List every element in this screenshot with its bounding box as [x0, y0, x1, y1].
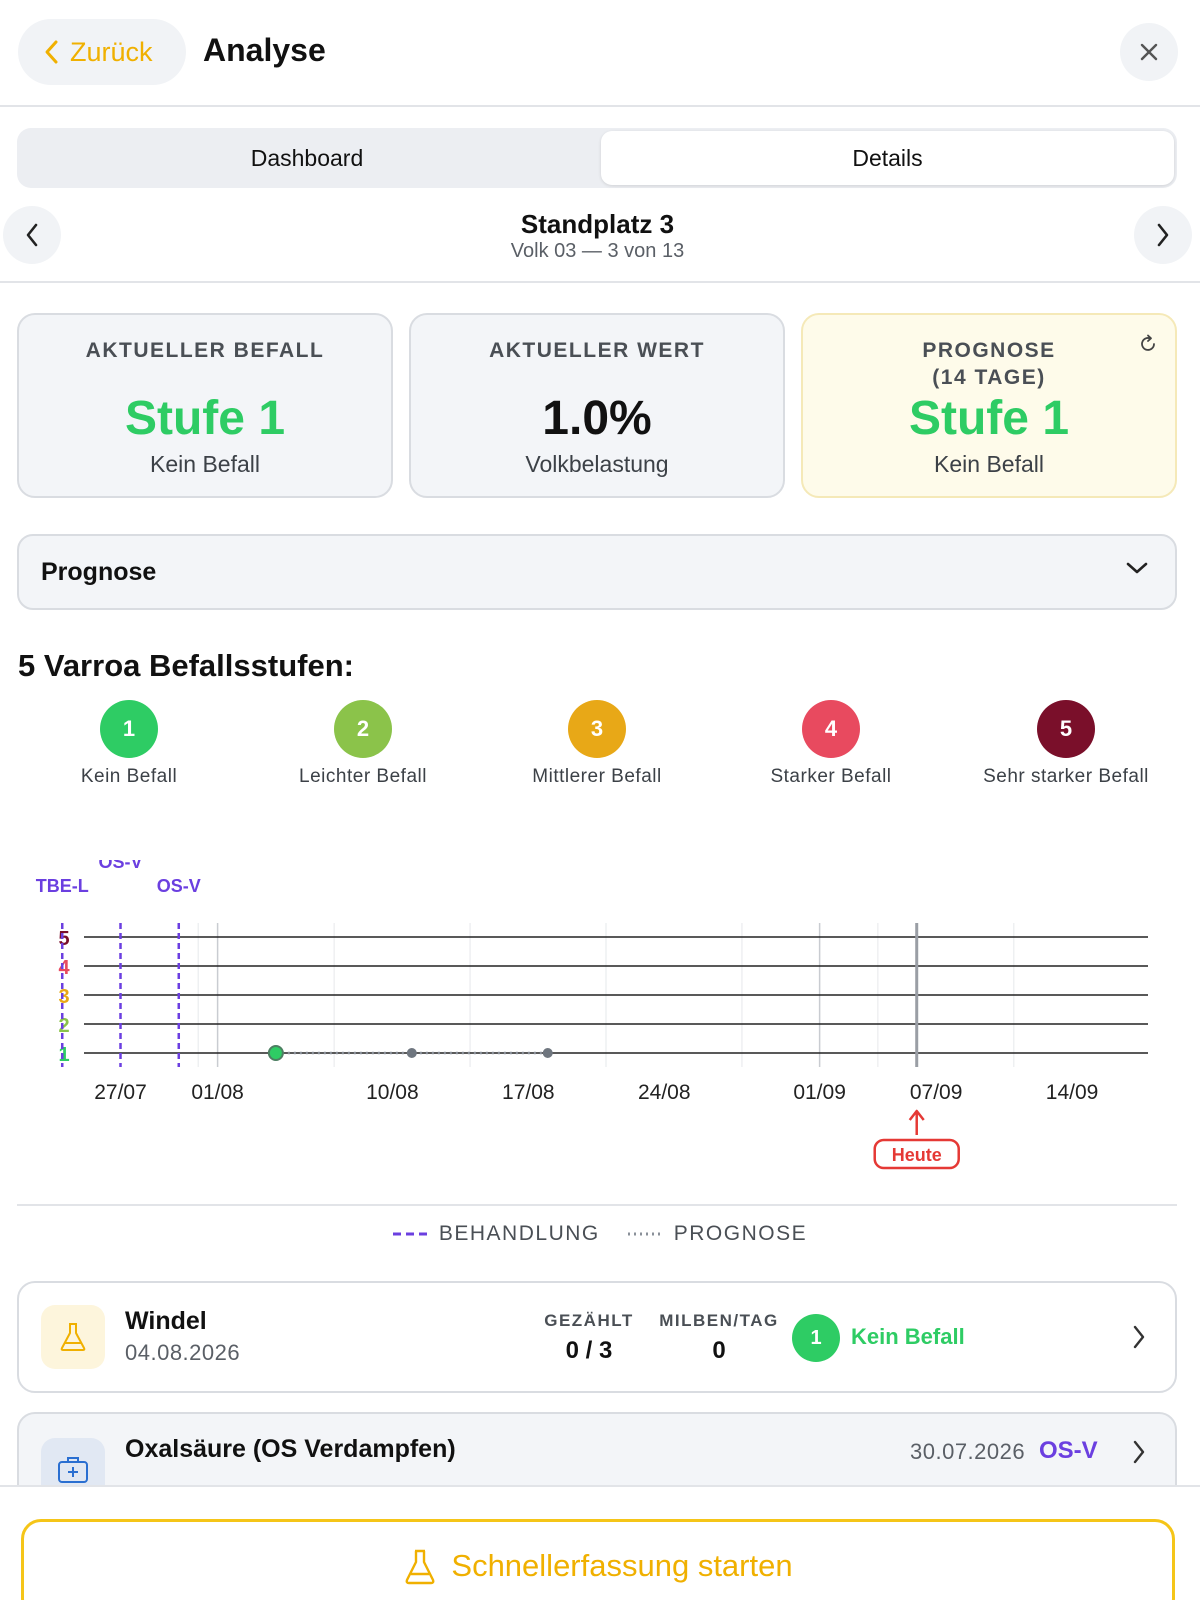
chevron-right-icon — [1133, 1440, 1145, 1464]
next-hive-button[interactable] — [1134, 206, 1192, 264]
x-tick-label: 17/08 — [502, 1081, 555, 1104]
x-tick-label: 01/09 — [793, 1081, 846, 1104]
counted-value: 0 / 3 — [565, 1337, 613, 1364]
mites-value: 0 — [712, 1337, 726, 1364]
flask-icon — [41, 1305, 105, 1369]
legend-forecast: PROGNOSE — [627, 1222, 808, 1246]
location-title: Standplatz 3 — [520, 209, 675, 239]
x-tick-label: 07/09 — [910, 1081, 963, 1104]
level-circle: 3 — [568, 700, 626, 758]
x-tick-label: 27/07 — [94, 1081, 147, 1104]
page-title: Analyse — [203, 32, 326, 68]
current-value-card: AKTUELLER WERT 1.0% Volkbelastung — [409, 313, 785, 498]
level-label: Kein Befall — [80, 766, 178, 787]
close-button[interactable] — [1120, 23, 1178, 81]
data-point — [267, 1045, 284, 1061]
back-label: Zurück — [70, 36, 153, 67]
divider — [17, 1204, 1177, 1206]
level-circle: 1 — [100, 700, 158, 758]
forecast-point — [406, 1048, 417, 1058]
counted-label: GEZÄHLT — [544, 1311, 634, 1330]
treatment-tag: OS-V — [1039, 1437, 1098, 1464]
today-label: Heute — [892, 1145, 942, 1165]
prognose-dropdown[interactable]: Prognose — [17, 534, 1177, 610]
dropdown-label: Prognose — [41, 558, 157, 586]
x-tick-label: 14/09 — [1046, 1081, 1099, 1104]
card-value: 1.0% — [542, 392, 652, 445]
location-subtitle: Volk 03 — 3 von 13 — [510, 240, 685, 262]
quick-entry-label: Schnellerfassung starten — [451, 1548, 793, 1583]
legend-treatment-label: BEHANDLUNG — [438, 1222, 600, 1245]
level-circle: 5 — [1037, 700, 1095, 758]
card-label-line1: PROGNOSE — [922, 339, 1056, 362]
close-icon — [1140, 43, 1158, 61]
treatment-label: OS-V — [98, 860, 142, 872]
entry-date: 30.07.2026 — [910, 1439, 1026, 1464]
dashed-line-icon — [392, 1232, 429, 1236]
level-1: 1 Kein Befall — [14, 700, 244, 788]
back-button[interactable]: Zurück — [18, 19, 186, 85]
card-label: AKTUELLER WERT — [489, 339, 705, 362]
level-label: Mittlerer Befall — [532, 766, 662, 787]
view-switcher: Dashboard Details — [17, 128, 1177, 188]
card-value: Stufe 1 — [908, 392, 1070, 445]
card-subtitle: Kein Befall — [934, 451, 1044, 477]
tab-details[interactable]: Details — [601, 131, 1174, 185]
counted-stat: GEZÄHLT 0 / 3 — [529, 1311, 649, 1365]
y-tick-label: 5 — [58, 928, 69, 950]
forecast-card: PROGNOSE (14 TAGE) Stufe 1 Kein Befall — [801, 313, 1177, 498]
level-circle: 4 — [802, 700, 860, 758]
y-tick-label: 4 — [58, 957, 70, 979]
card-subtitle: Kein Befall — [150, 451, 260, 477]
x-tick-label: 10/08 — [366, 1081, 419, 1104]
chevron-right-icon — [1133, 1325, 1145, 1349]
mites-label: MILBEN/TAG — [659, 1311, 779, 1330]
entry-date: 04.08.2026 — [125, 1340, 241, 1365]
level-label: Starker Befall — [770, 766, 892, 787]
card-value: Stufe 1 — [124, 392, 286, 445]
quick-entry-button[interactable]: Schnellerfassung starten — [21, 1519, 1175, 1600]
level-circle: 2 — [334, 700, 392, 758]
treatment-label: TBE-L — [36, 876, 89, 896]
chevron-right-icon — [1157, 223, 1169, 247]
x-tick-label: 24/08 — [638, 1081, 691, 1104]
card-subtitle: Volkbelastung — [525, 451, 669, 477]
top-bar: Zurück Analyse — [0, 0, 1200, 107]
chart-legend: BEHANDLUNG PROGNOSE — [0, 1219, 1200, 1249]
treatment-label: OS-V — [157, 876, 201, 896]
chevron-left-icon — [45, 40, 58, 64]
infestation-chart: 1 2 3 4 5 TBE-L OS-V OS-V 27/07 01/08 10/08 17/08 24… — [36, 860, 1148, 1170]
card-label: AKTUELLER BEFALL — [85, 339, 325, 362]
y-tick-label: 2 — [58, 1015, 69, 1037]
tab-dashboard[interactable]: Dashboard — [20, 131, 594, 185]
entry-windel[interactable]: Windel 04.08.2026 GEZÄHLT 0 / 3 MILBEN/T… — [17, 1281, 1177, 1393]
level-badge: 1 — [792, 1314, 840, 1362]
bottom-bar: Schnellerfassung starten — [0, 1485, 1200, 1600]
card-label-line2: (14 TAGE) — [932, 366, 1046, 389]
level-label: Leichter Befall — [299, 766, 427, 787]
dotted-line-icon — [627, 1232, 664, 1236]
y-tick-label: 3 — [58, 986, 69, 1008]
current-infestation-card: AKTUELLER BEFALL Stufe 1 Kein Befall — [17, 313, 393, 498]
level-4: 4 Starker Befall — [716, 700, 946, 788]
refresh-icon[interactable] — [1137, 333, 1159, 355]
forecast-point — [542, 1048, 553, 1058]
level-label: Sehr starker Befall — [983, 766, 1149, 787]
levels-title: 5 Varroa Befallsstufen: — [18, 648, 354, 683]
entry-title: Windel — [125, 1307, 207, 1335]
x-tick-label: 01/08 — [191, 1081, 244, 1104]
level-5: 5 Sehr starker Befall — [951, 700, 1181, 788]
chevron-down-icon — [1126, 562, 1148, 574]
level-badge-label: Kein Befall — [851, 1324, 965, 1349]
entry-title: Oxalsäure (OS Verdampfen) — [125, 1435, 456, 1463]
level-3: 3 Mittlerer Befall — [482, 700, 712, 788]
legend-treatment: BEHANDLUNG — [392, 1222, 600, 1246]
level-2: 2 Leichter Befall — [248, 700, 478, 788]
card-label: PROGNOSE (14 TAGE) — [803, 337, 1175, 391]
y-tick-label: 1 — [58, 1044, 69, 1066]
mites-stat: MILBEN/TAG 0 — [649, 1311, 789, 1365]
legend-forecast-label: PROGNOSE — [673, 1222, 808, 1245]
flask-icon — [405, 1549, 435, 1585]
hive-navigator: Standplatz 3 Volk 03 — 3 von 13 — [0, 195, 1200, 283]
